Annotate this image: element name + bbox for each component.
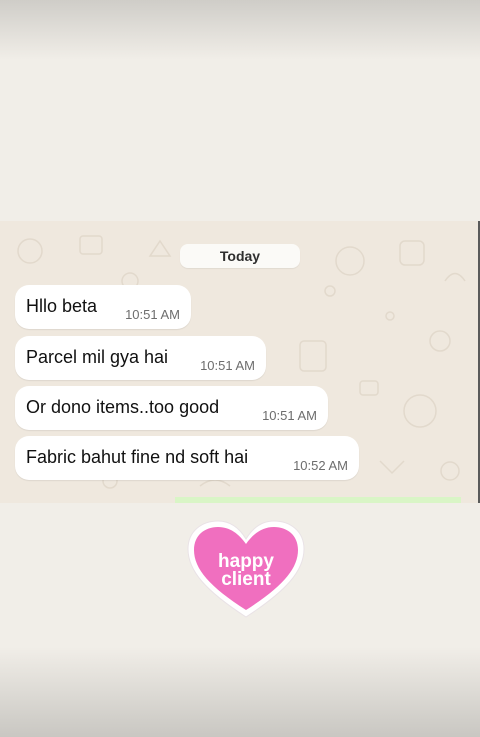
message-bubble[interactable]: Parcel mil gya hai 10:51 AM bbox=[15, 336, 266, 380]
message-time: 10:51 AM bbox=[125, 307, 180, 322]
top-shadow bbox=[0, 0, 480, 60]
message-text: Parcel mil gya hai bbox=[26, 347, 169, 367]
message-bubble[interactable]: Or dono items..too good 10:51 AM bbox=[15, 386, 328, 430]
sticker-word-2: client bbox=[221, 569, 271, 590]
happy-client-heart-sticker: happy client bbox=[187, 520, 305, 618]
message-text: Or dono items..too good bbox=[26, 397, 220, 417]
reply-bar bbox=[175, 497, 461, 503]
message-text: Fabric bahut fine nd soft hai bbox=[26, 447, 249, 467]
bottom-shadow bbox=[0, 647, 480, 737]
message-text: Hllo beta bbox=[26, 296, 98, 316]
message-bubble[interactable]: Fabric bahut fine nd soft hai 10:52 AM bbox=[15, 436, 359, 480]
message-time: 10:51 AM bbox=[262, 408, 317, 423]
message-time: 10:52 AM bbox=[293, 458, 348, 473]
message-time: 10:51 AM bbox=[200, 358, 255, 373]
date-divider: Today bbox=[180, 244, 300, 268]
message-bubble[interactable]: Hllo beta 10:51 AM bbox=[15, 285, 191, 329]
